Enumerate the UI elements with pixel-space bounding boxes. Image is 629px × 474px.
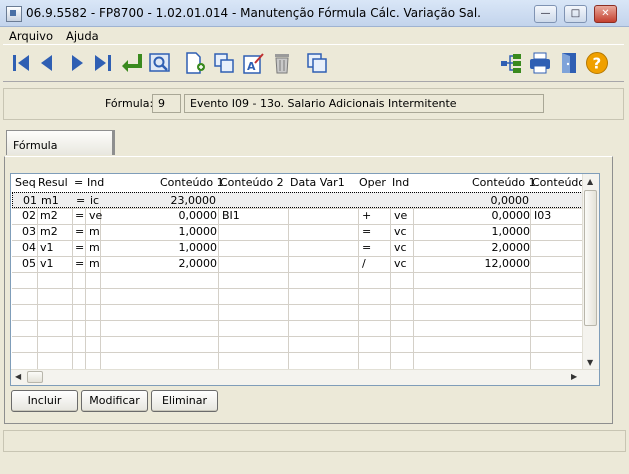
header-ind[interactable]: Ind (87, 176, 104, 192)
header-conteudo1[interactable]: Conteúdo 1 (160, 176, 224, 192)
help-icon[interactable]: ? (585, 51, 609, 75)
header-ind2[interactable]: Ind (392, 176, 409, 192)
header-equals[interactable]: = (74, 176, 83, 192)
cell-seq: 05 (22, 257, 36, 270)
window-title: 06.9.5582 - FP8700 - 1.02.01.014 - Manut… (26, 6, 481, 20)
cell-conteudo1: 0,0000 (178, 209, 218, 222)
cell-ind: ic (90, 194, 100, 207)
exit-door-icon[interactable] (557, 51, 581, 75)
last-record-icon[interactable] (91, 51, 115, 75)
cell-conteudo1: 1,0000 (178, 241, 218, 254)
formula-code-field[interactable]: 9 (152, 94, 181, 113)
close-button[interactable]: ✕ (594, 5, 617, 23)
cell-oper: = (362, 241, 372, 254)
menu-bar: Arquivo Ajuda (0, 27, 629, 45)
cell-conteudo1-2: 12,0000 (484, 257, 531, 270)
header-conteudo1-2[interactable]: Conteúdo 1 (472, 176, 536, 192)
cell-conteudo1: 23,0000 (170, 194, 217, 207)
modificar-button[interactable]: Modificar (81, 390, 148, 412)
cell-oper: / (362, 257, 366, 270)
cell-equals: = (75, 209, 85, 222)
vertical-scroll-thumb[interactable] (584, 190, 597, 326)
cell-equals: = (75, 225, 85, 238)
cell-resul: m2 (40, 225, 58, 238)
copy-icon[interactable] (212, 51, 236, 75)
cell-oper: = (362, 225, 372, 238)
scroll-up-icon[interactable]: ▲ (587, 177, 593, 186)
table-row[interactable]: 02 m2 = ve 0,0000 BI1 + ve 0,0000 I03 (12, 208, 583, 224)
cell-ind2: vc (394, 241, 407, 254)
next-record-icon[interactable] (65, 51, 89, 75)
return-icon[interactable] (119, 51, 143, 75)
cell-resul: m1 (41, 194, 59, 207)
cell-conteudo1: 2,0000 (178, 257, 218, 270)
minimize-button[interactable]: — (534, 5, 557, 23)
print-icon[interactable] (528, 51, 552, 75)
header-conteudo2[interactable]: Conteúdo 2 (220, 176, 284, 192)
cell-ind: ve (89, 209, 103, 222)
cell-seq: 01 (23, 194, 37, 207)
cell-seq: 04 (22, 241, 36, 254)
cell-ind: m (89, 241, 100, 254)
previous-record-icon[interactable] (35, 51, 59, 75)
cell-oper: + (362, 209, 372, 222)
cell-conteudo1-2: 2,0000 (491, 241, 531, 254)
cell-ind: m (89, 257, 100, 270)
menu-arquivo[interactable]: Arquivo (9, 29, 53, 43)
maximize-button[interactable]: □ (564, 5, 587, 23)
cell-ind2: vc (394, 225, 407, 238)
edit-text-icon[interactable]: A (241, 51, 265, 75)
table-row[interactable]: 01 m1 = ic 23,0000 0,0000 (12, 192, 583, 208)
scroll-right-icon[interactable]: ▶ (571, 372, 577, 381)
eliminar-button[interactable]: Eliminar (151, 390, 218, 412)
cell-conteudo2-2: I03 (534, 209, 552, 222)
svg-text:?: ? (593, 55, 602, 73)
cell-equals: = (75, 257, 85, 270)
search-icon[interactable] (148, 51, 172, 75)
duplicate-icon[interactable] (305, 51, 329, 75)
cell-resul: v1 (40, 241, 54, 254)
cell-conteudo2: BI1 (222, 209, 240, 222)
formula-label: Fórmula: (105, 97, 154, 110)
cell-ind: m (89, 225, 100, 238)
formula-grid[interactable]: Seq Resul = Ind Conteúdo 1 Conteúdo 2 Da… (10, 173, 600, 386)
status-bar (3, 430, 626, 452)
cell-conteudo1-2: 0,0000 (490, 194, 530, 207)
toolbar: A ? (3, 44, 624, 82)
scroll-down-icon[interactable]: ▼ (587, 358, 593, 367)
header-seq[interactable]: Seq (15, 176, 36, 192)
table-row[interactable]: 04 v1 = m 1,0000 = vc 2,0000 (12, 240, 583, 256)
header-data-var1[interactable]: Data Var1 (290, 176, 345, 192)
tab-formula[interactable]: Fórmula (6, 130, 113, 155)
cell-resul: m2 (40, 209, 58, 222)
cell-equals: = (76, 194, 86, 207)
cell-conteudo1-2: 0,0000 (491, 209, 531, 222)
tree-structure-icon[interactable] (499, 51, 523, 75)
incluir-button[interactable]: Incluir (11, 390, 78, 412)
horizontal-scroll-thumb[interactable] (27, 371, 43, 383)
cell-conteudo1-2: 1,0000 (491, 225, 531, 238)
cell-seq: 02 (22, 209, 36, 222)
header-resul[interactable]: Resul (38, 176, 68, 192)
app-icon (6, 6, 22, 22)
formula-description-field[interactable]: Evento I09 - 13o. Salario Adicionais Int… (184, 94, 544, 113)
menu-ajuda[interactable]: Ajuda (66, 29, 99, 43)
cell-resul: v1 (40, 257, 54, 270)
title-bar: 06.9.5582 - FP8700 - 1.02.01.014 - Manut… (0, 0, 629, 27)
horizontal-scrollbar[interactable]: ◀ ▶ (11, 369, 599, 385)
cell-ind2: vc (394, 257, 407, 270)
table-row[interactable]: 03 m2 = m 1,0000 = vc 1,0000 (12, 224, 583, 240)
scroll-left-icon[interactable]: ◀ (15, 372, 21, 381)
cell-ind2: ve (394, 209, 408, 222)
delete-icon[interactable] (270, 51, 294, 75)
cell-conteudo1: 1,0000 (178, 225, 218, 238)
cell-seq: 03 (22, 225, 36, 238)
first-record-icon[interactable] (9, 51, 33, 75)
vertical-scrollbar[interactable]: ▲ ▼ (582, 174, 599, 370)
cell-equals: = (75, 241, 85, 254)
new-document-icon[interactable] (183, 51, 207, 75)
header-oper[interactable]: Oper (359, 176, 386, 192)
table-row[interactable]: 05 v1 = m 2,0000 / vc 12,0000 (12, 256, 583, 272)
